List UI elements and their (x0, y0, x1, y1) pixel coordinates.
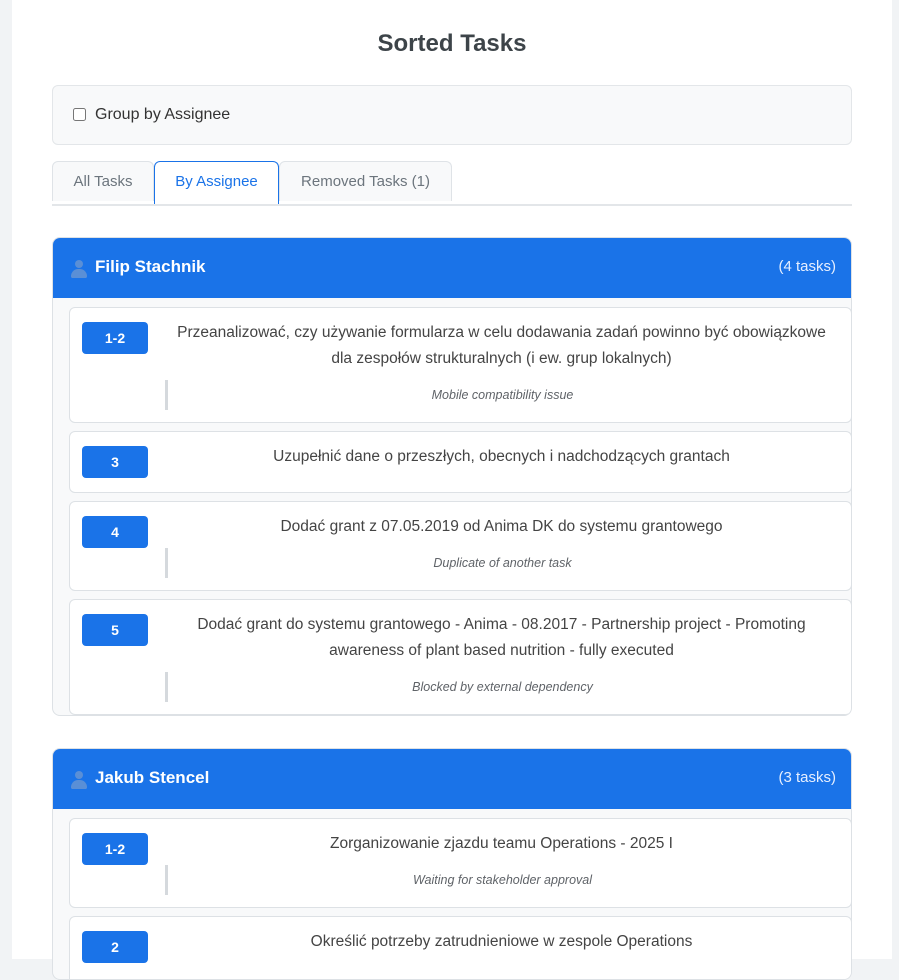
priority-badge: 5 (82, 614, 148, 646)
priority-badge: 1-2 (82, 833, 148, 865)
group-by-panel: Group by Assignee (52, 85, 852, 145)
page-title: Sorted Tasks (377, 30, 527, 57)
priority-badge: 2 (82, 931, 148, 963)
tab-by-assignee[interactable]: By Assignee (154, 161, 279, 204)
priority-badge: 4 (82, 516, 148, 548)
assignee-header[interactable]: Jakub Stencel (3 tasks) (53, 749, 851, 809)
group-by-label[interactable]: Group by Assignee (95, 106, 230, 124)
group-by-checkbox[interactable] (73, 108, 86, 121)
task-text: Określić potrzeby zatrudnieniowe w zespo… (310, 933, 693, 950)
task-text: Dodać grant z 07.05.2019 od Anima DK do … (280, 518, 723, 535)
task-text: Uzupełnić dane o przeszłych, obecnych i … (273, 448, 730, 465)
task-note: Blocked by external dependency (165, 672, 837, 702)
task-item[interactable]: 1-2 Przeanalizować, czy używanie formula… (69, 307, 851, 423)
task-count: (3 tasks) (778, 769, 836, 786)
priority-badge: 1-2 (82, 322, 148, 354)
task-item[interactable]: 1-2 Zorganizowanie zjazdu teamu Operatio… (69, 818, 851, 908)
task-item[interactable]: 5 Dodać grant do systemu grantowego - An… (69, 599, 851, 715)
task-note: Mobile compatibility issue (165, 380, 837, 410)
task-item[interactable]: 2 Określić potrzeby zatrudnieniowe w zes… (69, 916, 851, 979)
task-note: Duplicate of another task (165, 548, 837, 578)
assignee-group: Jakub Stencel (3 tasks) 1-2 Zorganizowan… (52, 748, 852, 980)
task-text: Dodać grant do systemu grantowego - Anim… (197, 616, 806, 659)
tab-removed-tasks[interactable]: Removed Tasks (1) (279, 161, 452, 201)
tab-bar: All Tasks By Assignee Removed Tasks (1) (52, 161, 852, 206)
priority-badge: 3 (82, 446, 148, 478)
task-text: Przeanalizować, czy używanie formularza … (177, 324, 826, 367)
assignee-header[interactable]: Filip Stachnik (4 tasks) (53, 238, 851, 298)
task-text: Zorganizowanie zjazdu teamu Operations -… (330, 835, 673, 852)
task-count: (4 tasks) (778, 258, 836, 275)
tab-all-tasks[interactable]: All Tasks (52, 161, 154, 201)
person-icon (71, 260, 87, 278)
task-item[interactable]: 4 Dodać grant z 07.05.2019 od Anima DK d… (69, 501, 851, 591)
task-item[interactable]: 3 Uzupełnić dane o przeszłych, obecnych … (69, 431, 851, 493)
page: Sorted Tasks Group by Assignee All Tasks… (12, 0, 892, 980)
person-icon (71, 771, 87, 789)
assignee-group: Filip Stachnik (4 tasks) 1-2 Przeanalizo… (52, 237, 852, 716)
task-note: Waiting for stakeholder approval (165, 865, 837, 895)
assignee-name: Filip Stachnik (95, 257, 206, 276)
assignee-name: Jakub Stencel (95, 768, 210, 787)
